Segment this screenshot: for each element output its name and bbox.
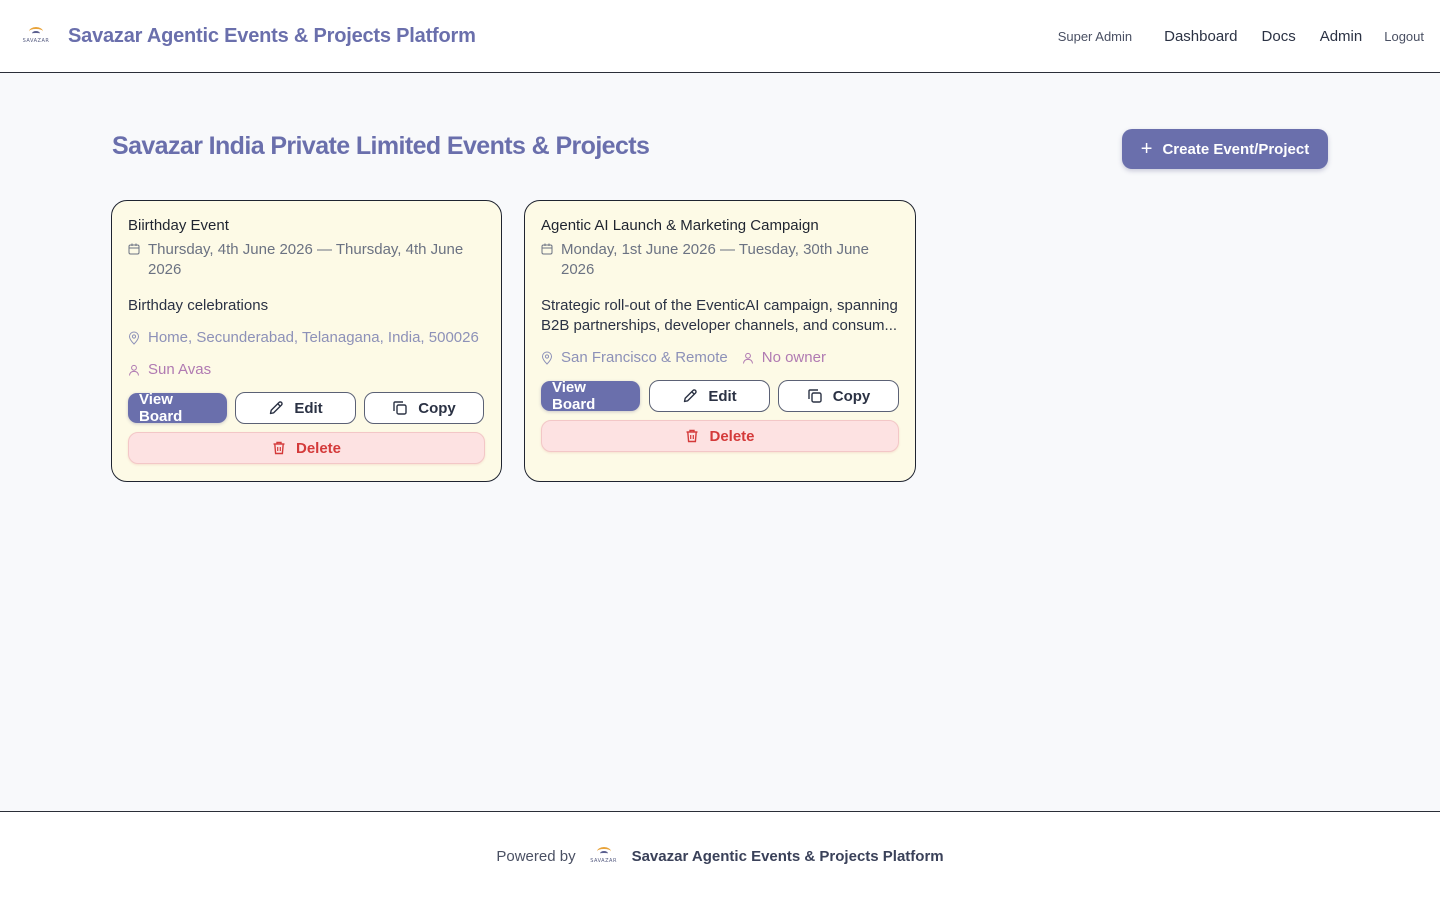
user-role-label: Super Admin bbox=[1057, 28, 1133, 44]
pencil-icon bbox=[682, 388, 698, 404]
edit-button[interactable]: Edit bbox=[235, 392, 356, 424]
logo-text: SAVAZAR bbox=[590, 858, 617, 864]
map-pin-icon bbox=[128, 331, 140, 345]
calendar-icon bbox=[128, 243, 140, 255]
edit-label: Edit bbox=[294, 399, 323, 417]
logo-text: SAVAZAR bbox=[22, 38, 50, 44]
location-text: Home, Secunderabad, Telanagana, India, 5… bbox=[148, 329, 479, 346]
copy-button[interactable]: Copy bbox=[778, 380, 899, 412]
savazar-logo-icon: SAVAZAR bbox=[22, 25, 50, 47]
event-date-range: Thursday, 4th June 2026 — Thursday, 4th … bbox=[128, 240, 485, 280]
event-date-line: Monday, 1st June 2026 — Tuesday, 30th Ju… bbox=[561, 241, 869, 258]
plus-icon: + bbox=[1140, 138, 1153, 160]
footer-title: Savazar Agentic Events & Projects Platfo… bbox=[631, 847, 944, 865]
event-date-line: 2026 bbox=[561, 261, 595, 278]
page-title: Savazar India Private Limited Events & P… bbox=[112, 132, 650, 160]
delete-label: Delete bbox=[295, 439, 342, 457]
nav-admin-link[interactable]: Admin bbox=[1320, 28, 1363, 45]
owner-text: Sun Avas bbox=[148, 361, 212, 378]
card-actions: View Board Edit Copy bbox=[541, 379, 899, 413]
location-text: San Francisco & Remote bbox=[561, 349, 728, 366]
savazar-logo-icon: SAVAZAR bbox=[590, 845, 618, 867]
delete-button[interactable]: Delete bbox=[541, 420, 899, 452]
brand[interactable]: SAVAZAR Savazar Agentic Events & Project… bbox=[22, 0, 476, 72]
copy-label: Copy bbox=[418, 399, 456, 417]
event-location: Home, Secunderabad, Telanagana, India, 5… bbox=[128, 328, 485, 348]
event-date-line: Thursday, 4th June 2026 — Thursday, 4th … bbox=[148, 241, 464, 258]
top-header: SAVAZAR Savazar Agentic Events & Project… bbox=[0, 0, 1440, 73]
user-icon bbox=[742, 352, 754, 364]
copy-label: Copy bbox=[832, 387, 871, 405]
event-card: Biirthday Event Thursday, 4th June 2026 … bbox=[111, 200, 502, 482]
nav-docs-link[interactable]: Docs bbox=[1262, 28, 1296, 45]
map-pin-icon bbox=[541, 351, 553, 365]
create-event-project-button[interactable]: + Create Event/Project bbox=[1122, 129, 1328, 169]
powered-by-label: Powered by bbox=[496, 847, 576, 865]
event-date-line: 2026 bbox=[148, 261, 182, 278]
footer: Powered by SAVAZAR Savazar Agentic Event… bbox=[0, 811, 1440, 900]
event-card: Agentic AI Launch & Marketing Campaign M… bbox=[524, 200, 916, 482]
user-icon bbox=[128, 364, 140, 376]
card-actions: View Board Edit Copy bbox=[128, 391, 485, 425]
event-title: Biirthday Event bbox=[128, 217, 229, 234]
copy-icon bbox=[392, 400, 408, 416]
calendar-icon bbox=[541, 243, 553, 255]
event-description: Birthday celebrations bbox=[128, 297, 269, 314]
app-title: Savazar Agentic Events & Projects Platfo… bbox=[68, 24, 476, 47]
logout-link[interactable]: Logout bbox=[1384, 29, 1424, 44]
edit-button[interactable]: Edit bbox=[649, 380, 770, 412]
event-title: Agentic AI Launch & Marketing Campaign bbox=[541, 217, 819, 234]
copy-button[interactable]: Copy bbox=[364, 392, 484, 424]
view-board-label: View Board bbox=[139, 391, 183, 425]
edit-label: Edit bbox=[708, 387, 737, 405]
event-owner: Sun Avas bbox=[128, 360, 485, 380]
pencil-icon bbox=[268, 400, 284, 416]
delete-label: Delete bbox=[709, 427, 755, 445]
trash-icon bbox=[685, 429, 699, 443]
trash-icon bbox=[272, 441, 286, 455]
view-board-button[interactable]: View Board bbox=[128, 391, 227, 425]
event-meta-row: San Francisco & Remote No owner bbox=[541, 348, 899, 368]
create-button-label: Create Event/Project bbox=[1162, 140, 1310, 158]
owner-text: No owner bbox=[761, 349, 826, 366]
event-date-range: Monday, 1st June 2026 — Tuesday, 30th Ju… bbox=[541, 240, 899, 280]
event-description: Strategic roll-out of the EventicAI camp… bbox=[541, 297, 898, 334]
view-board-button[interactable]: View Board bbox=[541, 379, 640, 413]
top-nav: Super Admin Dashboard Docs Admin Logout bbox=[1058, 0, 1424, 72]
nav-dashboard-link[interactable]: Dashboard bbox=[1164, 28, 1237, 45]
delete-button[interactable]: Delete bbox=[128, 432, 485, 464]
copy-icon bbox=[807, 388, 823, 404]
view-board-label: View Board bbox=[552, 379, 596, 413]
